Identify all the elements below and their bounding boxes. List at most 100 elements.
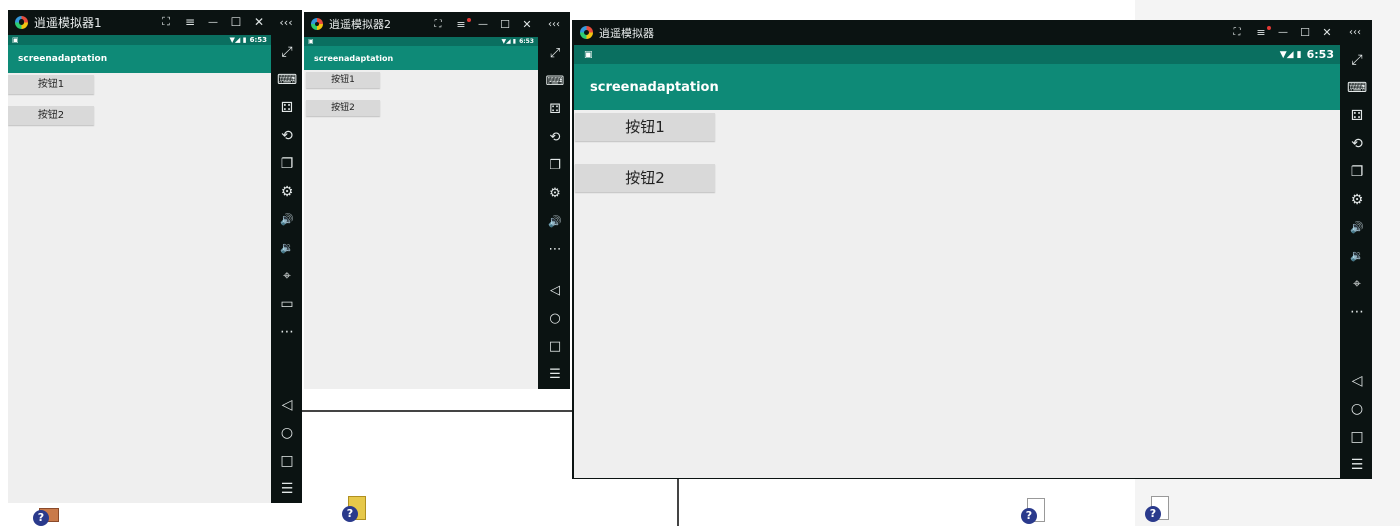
notification-dot xyxy=(467,17,471,22)
back-icon[interactable]: ◁ xyxy=(550,277,560,305)
menu-icon-glyph: ≡ xyxy=(456,17,466,31)
volume-up-icon[interactable]: 🔊 xyxy=(280,206,294,234)
close-button[interactable]: ✕ xyxy=(1316,26,1338,39)
app-title-bar: screenadaptation xyxy=(574,64,1340,110)
maximize-button[interactable]: ☐ xyxy=(1294,26,1316,39)
list-icon[interactable]: ☰ xyxy=(1351,451,1364,479)
rotate-icon[interactable]: ⟲ xyxy=(281,122,293,150)
status-bar: ▣ ▼◢ ▮ 6:53 xyxy=(574,45,1340,64)
location-icon[interactable]: ⌖ xyxy=(283,262,291,290)
help-icon: ? xyxy=(342,506,358,522)
button-2[interactable]: 按钮2 xyxy=(306,100,380,116)
fullscreen-icon[interactable]: ⤢ xyxy=(281,38,292,66)
multi-window-icon[interactable]: ❐ xyxy=(281,150,294,178)
button-1[interactable]: 按钮1 xyxy=(306,72,380,88)
button-1[interactable]: 按钮1 xyxy=(575,113,715,141)
window-title: 逍遥模拟器2 xyxy=(329,18,391,31)
app-title: screenadaptation xyxy=(18,54,108,64)
folder-icon[interactable]: ▭ xyxy=(280,290,293,318)
screenshot-icon[interactable]: ⛶ xyxy=(154,15,178,29)
recent-apps-icon[interactable]: □ xyxy=(1350,423,1363,451)
recent-apps-icon[interactable]: □ xyxy=(549,333,561,361)
macro-icon[interactable]: ⚃ xyxy=(1351,102,1363,130)
emulator-logo-icon xyxy=(15,15,28,29)
location-icon[interactable]: ⌖ xyxy=(1353,270,1361,298)
desktop-divider xyxy=(300,410,580,412)
button-1[interactable]: 按钮1 xyxy=(8,75,94,94)
multi-window-icon[interactable]: ❐ xyxy=(1351,158,1364,186)
back-icon[interactable]: ◁ xyxy=(282,391,293,419)
fullscreen-icon[interactable]: ⤢ xyxy=(550,40,560,68)
android-screen[interactable]: ▣ ▼◢ ▮ 6:53 screenadaptation 按钮1 按钮2 xyxy=(574,45,1340,478)
back-icon[interactable]: ◁ xyxy=(1352,367,1363,395)
emulator-window-3: 逍遥模拟器 ⛶ ≡ — ☐ ✕ ‹‹‹ ▣ ▼◢ ▮ 6:53 screenad… xyxy=(572,20,1372,479)
volume-up-icon[interactable]: 🔊 xyxy=(548,208,562,236)
menu-icon[interactable]: ≡ xyxy=(178,15,202,29)
fullscreen-icon[interactable]: ⤢ xyxy=(1351,46,1362,74)
button-2[interactable]: 按钮2 xyxy=(575,164,715,192)
home-icon[interactable]: ○ xyxy=(1351,395,1363,423)
home-icon[interactable]: ○ xyxy=(549,305,560,333)
collapse-sidebar-button[interactable]: ‹‹‹ xyxy=(538,19,570,30)
notification-icon: ▣ xyxy=(584,49,593,60)
maximize-button[interactable]: ☐ xyxy=(494,18,516,31)
list-icon[interactable]: ☰ xyxy=(281,475,294,503)
android-screen[interactable]: ▣ ▼◢ ▮ 6:53 screenadaptation 按钮1 按钮2 xyxy=(304,37,538,389)
help-icon: ? xyxy=(1145,506,1161,522)
wifi-signal-battery-icon: ▼◢ ▮ xyxy=(501,38,517,45)
screenshot-icon[interactable]: ⛶ xyxy=(1224,27,1250,38)
desktop-file-icon[interactable]: ? xyxy=(342,496,366,522)
rotate-icon[interactable]: ⟲ xyxy=(1351,130,1363,158)
close-button[interactable]: ✕ xyxy=(248,15,270,29)
list-icon[interactable]: ☰ xyxy=(549,361,561,389)
desktop-file-icon[interactable]: ? xyxy=(33,500,59,526)
collapse-sidebar-button[interactable]: ‹‹‹ xyxy=(1338,27,1372,38)
more-icon[interactable]: ⋯ xyxy=(280,318,294,346)
android-screen[interactable]: ▣ ▼◢ ▮ 6:53 screenadaptation 按钮1 按钮2 xyxy=(8,35,271,503)
settings-icon[interactable]: ⚙ xyxy=(1351,186,1364,214)
settings-icon[interactable]: ⚙ xyxy=(281,178,294,206)
more-icon[interactable]: ⋯ xyxy=(549,236,562,264)
button-2[interactable]: 按钮2 xyxy=(8,106,94,125)
menu-icon[interactable]: ≡ xyxy=(450,17,472,31)
status-time: 6:53 xyxy=(1306,48,1334,61)
minimize-button[interactable]: — xyxy=(472,19,494,30)
volume-up-icon[interactable]: 🔊 xyxy=(1350,214,1364,242)
macro-icon[interactable]: ⚃ xyxy=(281,94,293,122)
volume-down-icon[interactable]: 🔉 xyxy=(1350,242,1364,270)
title-bar[interactable]: 逍遥模拟器2 ⛶ ≡ — ☐ ✕ ‹‹‹ xyxy=(304,12,570,36)
notification-icon: ▣ xyxy=(308,38,314,45)
app-title: screenadaptation xyxy=(590,79,719,95)
title-bar[interactable]: 逍遥模拟器1 ⛶ ≡ — ☐ ✕ ‹‹‹ xyxy=(8,10,302,34)
keyboard-icon[interactable]: ⌨ xyxy=(277,66,297,94)
home-icon[interactable]: ○ xyxy=(281,419,293,447)
volume-down-icon[interactable]: 🔉 xyxy=(280,234,294,262)
keyboard-icon[interactable]: ⌨ xyxy=(1347,74,1367,102)
app-title-bar: screenadaptation xyxy=(304,46,538,70)
menu-icon-glyph: ≡ xyxy=(1256,26,1266,39)
window-title: 逍遥模拟器1 xyxy=(34,15,102,30)
multi-window-icon[interactable]: ❐ xyxy=(549,152,561,180)
app-title-bar: screenadaptation xyxy=(8,45,271,73)
title-bar[interactable]: 逍遥模拟器 ⛶ ≡ — ☐ ✕ ‹‹‹ xyxy=(572,20,1372,45)
desktop-file-icon[interactable]: ? xyxy=(1145,496,1169,522)
screenshot-icon[interactable]: ⛶ xyxy=(426,19,450,30)
minimize-button[interactable]: — xyxy=(1272,27,1294,38)
menu-icon[interactable]: ≡ xyxy=(1250,26,1272,39)
emulator-sidebar: ⤢ ⌨ ⚃ ⟲ ❐ ⚙ 🔊 🔉 ⌖ ▭ ⋯ ◁ ○ □ ☰ xyxy=(274,38,300,503)
more-icon[interactable]: ⋯ xyxy=(1350,298,1364,326)
rotate-icon[interactable]: ⟲ xyxy=(550,124,561,152)
desktop-file-icon[interactable]: ? xyxy=(1021,498,1045,524)
status-time: 6:53 xyxy=(519,38,534,45)
minimize-button[interactable]: — xyxy=(202,17,224,28)
settings-icon[interactable]: ⚙ xyxy=(549,180,561,208)
maximize-button[interactable]: ☐ xyxy=(224,15,248,29)
recent-apps-icon[interactable]: □ xyxy=(280,447,293,475)
app-title: screenadaptation xyxy=(314,53,394,63)
emulator-logo-icon xyxy=(580,26,593,39)
macro-icon[interactable]: ⚃ xyxy=(549,96,560,124)
close-button[interactable]: ✕ xyxy=(516,18,538,31)
collapse-sidebar-button[interactable]: ‹‹‹ xyxy=(270,16,302,29)
keyboard-icon[interactable]: ⌨ xyxy=(546,68,565,96)
help-icon: ? xyxy=(33,510,49,526)
